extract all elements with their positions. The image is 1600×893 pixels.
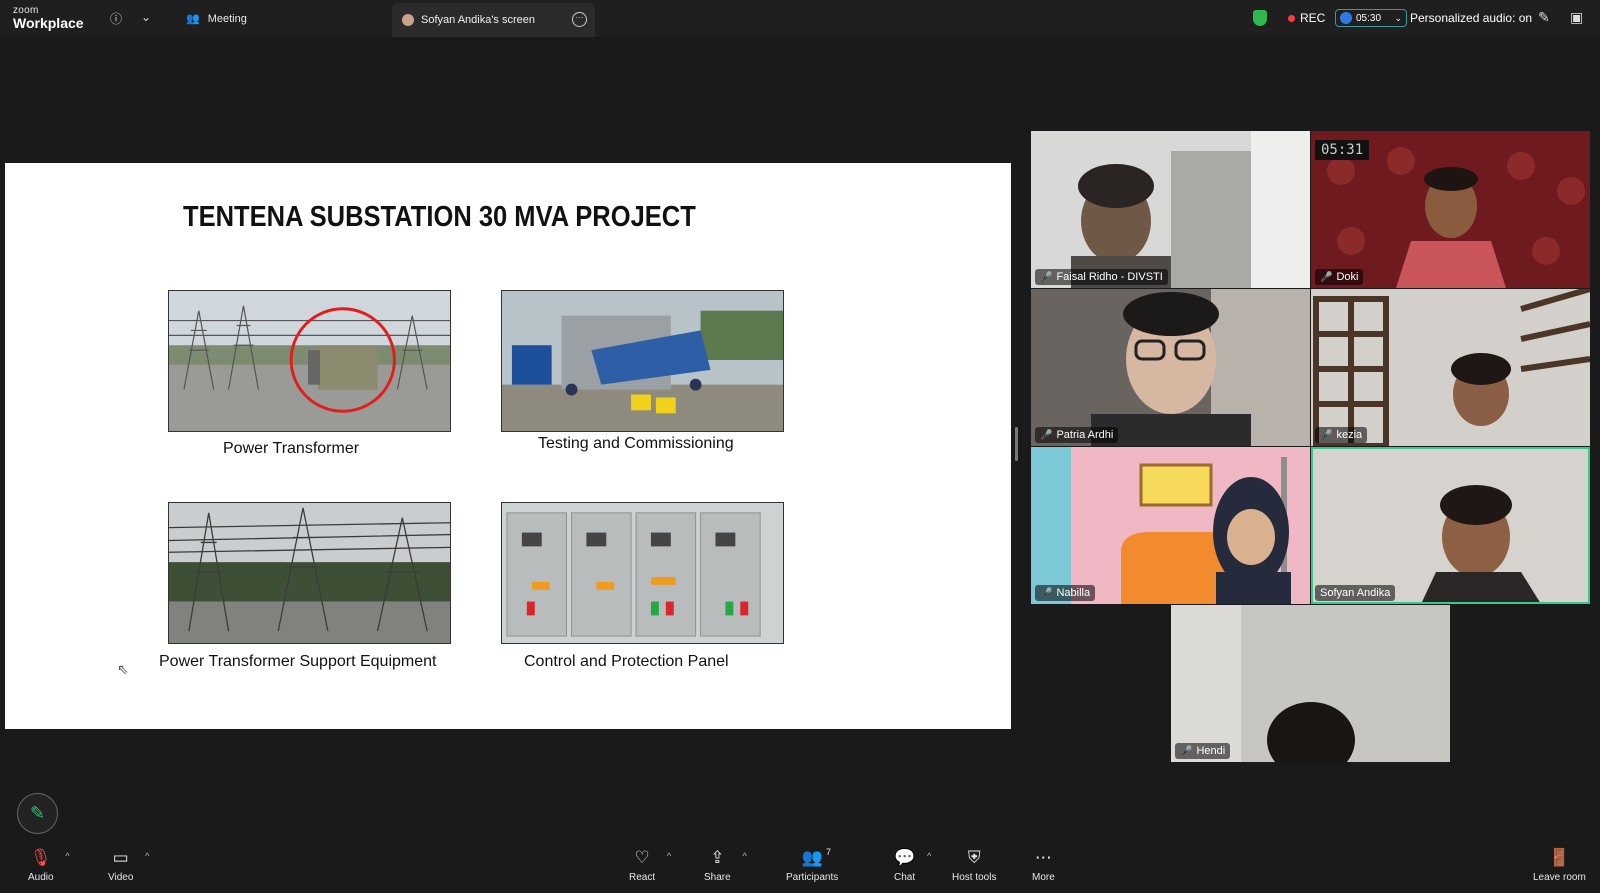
power-transformer-photo [168, 290, 451, 432]
mic-muted-icon: 🎙 [29, 848, 52, 867]
muted-mic-icon: 🎤 [1040, 429, 1053, 441]
participants-icon: 👥 [801, 848, 823, 867]
video-button[interactable]: ▭ Video ^ [108, 847, 149, 883]
view-layout-icon[interactable]: ▣ [1570, 9, 1583, 26]
leave-room-icon: 🚪 [1548, 848, 1570, 867]
video-tile[interactable]: 🎤 kezia [1311, 289, 1590, 446]
participant-nameplate: 🎤 Hendi [1175, 743, 1231, 759]
participants-label: Participants [786, 872, 839, 883]
video-tile[interactable]: 🎤 Hendi [1171, 605, 1450, 762]
annotate-icon[interactable]: ✎ [1538, 9, 1550, 26]
react-button[interactable]: ♡ React ^ [629, 847, 671, 883]
timer-clock-icon [1340, 12, 1352, 24]
video-tile[interactable]: 🎤 Patria Ardhi [1031, 289, 1310, 446]
react-label: React [629, 872, 656, 883]
participants-button[interactable]: 👥 Participants 7 [786, 847, 838, 883]
participant-nameplate: 🎤 Doki [1315, 269, 1364, 285]
logo-big-text: Workplace [13, 15, 84, 31]
chevron-down-icon[interactable]: ⌄ [141, 10, 151, 24]
participant-name: Faisal Ridho - DIVSTI [1056, 271, 1163, 283]
participant-nameplate: 🎤 kezia [1315, 427, 1368, 443]
more-options-icon[interactable]: ··· [572, 12, 587, 27]
muted-mic-icon: 🎤 [1180, 745, 1193, 757]
camera-icon: ▭ [112, 848, 129, 867]
audio-label: Audio [28, 872, 54, 883]
audio-button[interactable]: 🎙 Audio ^ [28, 847, 70, 883]
react-options-caret-icon[interactable]: ^ [667, 851, 671, 861]
caption-support-equipment: Power Transformer Support Equipment [159, 653, 437, 670]
chat-bubble-icon: 💬 [894, 848, 916, 867]
participant-nameplate: Sofyan Andika [1315, 585, 1396, 601]
video-label: Video [108, 872, 134, 883]
annotate-pen-button[interactable]: ✎ [17, 793, 58, 834]
chat-options-caret-icon[interactable]: ^ [927, 851, 931, 861]
chat-label: Chat [894, 872, 916, 883]
timer-value: 05:30 [1356, 12, 1382, 24]
timer-chevron-icon: ⌄ [1394, 12, 1402, 23]
video-options-caret-icon[interactable]: ^ [145, 851, 149, 861]
meeting-people-icon: 👥 [186, 13, 200, 25]
more-button[interactable]: ⋯ More [1032, 847, 1055, 883]
more-dots-icon: ⋯ [1034, 848, 1052, 867]
rec-label: REC [1300, 11, 1326, 25]
control-panel-photo [501, 502, 784, 644]
video-tile[interactable]: 🎤 Faisal Ridho - DIVSTI [1031, 131, 1310, 288]
personalized-audio-status[interactable]: Personalized audio: on [1410, 11, 1532, 25]
leave-room-label: Leave room [1533, 872, 1586, 883]
share-button[interactable]: ⇪ Share ^ [704, 847, 747, 883]
participant-name: Doki [1336, 271, 1359, 283]
participant-name: kezia [1336, 429, 1363, 441]
participant-name: Hendi [1196, 745, 1226, 757]
panel-splitter[interactable] [1015, 427, 1018, 461]
host-tools-label: Host tools [952, 872, 997, 883]
sharer-avatar [402, 14, 414, 26]
caption-testing-commissioning: Testing and Commissioning [538, 435, 734, 452]
meeting-tab-label: Meeting [207, 12, 247, 25]
recording-clock: 05:31 [1315, 140, 1370, 160]
participant-nameplate: 🎤 Faisal Ridho - DIVSTI [1035, 269, 1168, 285]
muted-mic-icon: 🎤 [1040, 271, 1053, 283]
caption-power-transformer: Power Transformer [223, 440, 360, 457]
host-shield-icon: ⛨ [967, 848, 981, 867]
top-bar: zoom Workplace ⓘ ⌄ 👥 Meeting Sofyan Andi… [0, 0, 1600, 37]
muted-mic-icon: 🎤 [1320, 429, 1333, 441]
participants-count: 7 [826, 847, 832, 857]
meeting-toolbar: 🎙 Audio ^ ▭ Video ^ ♡ React ^ ⇪ Share ^ … [0, 845, 1600, 893]
share-label: Share [704, 872, 731, 883]
share-options-caret-icon[interactable]: ^ [742, 851, 746, 861]
pen-icon: ✎ [29, 803, 46, 823]
recording-indicator[interactable]: REC [1288, 11, 1325, 25]
participant-name: Nabilla [1056, 587, 1091, 599]
shared-screen-tab[interactable]: Sofyan Andika's screen ··· [392, 3, 595, 37]
more-label: More [1032, 872, 1055, 883]
react-heart-icon: ♡ [634, 848, 650, 867]
share-screen-icon: ⇪ [710, 848, 725, 867]
zoom-workplace-logo: zoom Workplace [13, 6, 84, 31]
host-tools-button[interactable]: ⛨ Host tools [952, 847, 996, 883]
chat-button[interactable]: 💬 Chat ^ [894, 847, 931, 883]
shared-slide: TENTENA SUBSTATION 30 MVA PROJECT Power … [5, 163, 1011, 729]
leave-room-button[interactable]: 🚪 Leave room [1533, 847, 1586, 883]
meeting-timer[interactable]: 05:30 ⌄ [1335, 9, 1407, 27]
testing-commissioning-photo [501, 290, 784, 432]
audio-options-caret-icon[interactable]: ^ [65, 851, 69, 861]
participant-name: Sofyan Andika [1320, 587, 1391, 599]
mouse-cursor-icon: ⇖ [117, 661, 129, 677]
meeting-tab[interactable]: 👥 Meeting [176, 0, 257, 37]
muted-mic-icon: 🎤 [1040, 587, 1053, 599]
info-icon[interactable]: ⓘ [110, 10, 122, 27]
participant-name: Patria Ardhi [1056, 429, 1114, 441]
encryption-shield-icon[interactable] [1253, 10, 1267, 26]
slide-title: TENTENA SUBSTATION 30 MVA PROJECT [183, 201, 696, 233]
participant-nameplate: 🎤 Patria Ardhi [1035, 427, 1119, 443]
rec-dot-icon [1288, 14, 1295, 22]
participant-nameplate: 🎤 Nabilla [1035, 585, 1096, 601]
muted-mic-icon: 🎤 [1320, 271, 1333, 283]
video-tile[interactable]: 05:31 🎤 Doki [1311, 131, 1590, 288]
video-tile[interactable]: 🎤 Nabilla [1031, 447, 1310, 604]
support-equipment-photo [168, 502, 451, 644]
caption-control-panel: Control and Protection Panel [524, 653, 729, 670]
video-tile-active-speaker[interactable]: Sofyan Andika [1311, 447, 1590, 604]
shared-screen-tab-label: Sofyan Andika's screen [421, 14, 536, 26]
